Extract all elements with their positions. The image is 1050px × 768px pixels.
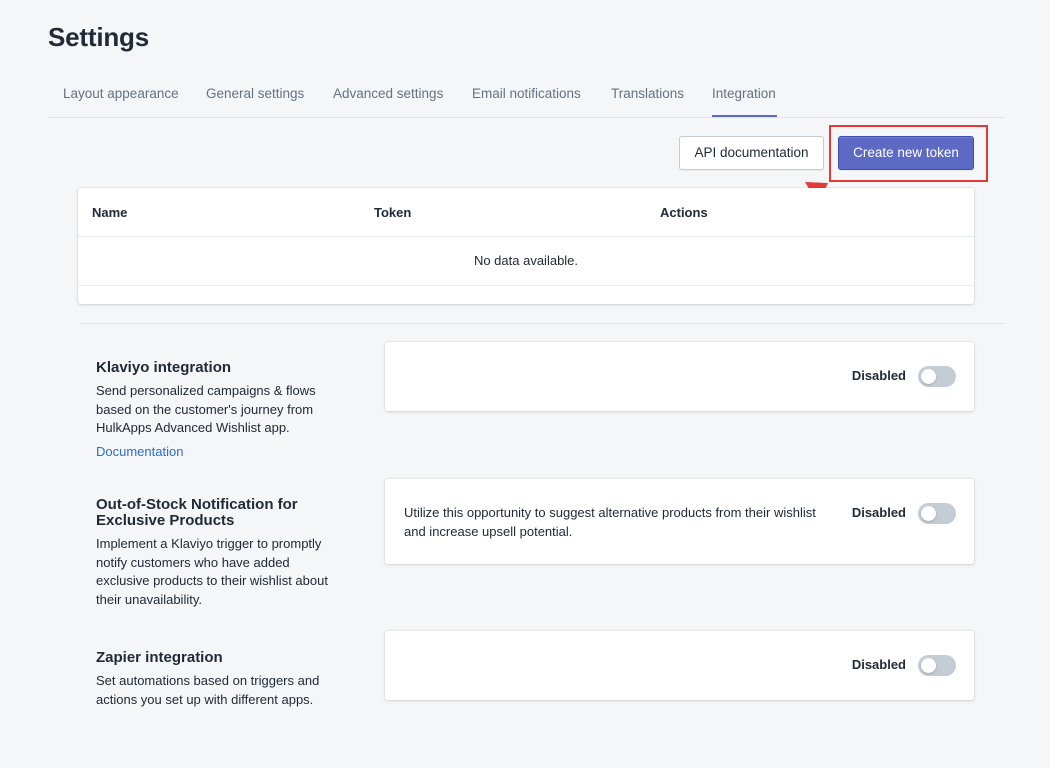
zapier-integration-description: Set automations based on triggers and ac… — [96, 673, 320, 707]
page-title: Settings — [48, 22, 149, 52]
column-header-actions: Actions — [660, 205, 708, 220]
toggle-knob — [921, 506, 936, 521]
table-header-divider — [78, 236, 974, 237]
tokens-table: Name Token Actions No data available. — [78, 188, 974, 304]
tab-translations[interactable]: Translations — [611, 70, 684, 118]
klaviyo-documentation-link[interactable]: Documentation — [96, 444, 183, 459]
tab-general-settings[interactable]: General settings — [206, 70, 304, 118]
oos-toggle[interactable] — [918, 503, 956, 524]
zapier-status-label: Disabled — [851, 657, 906, 672]
klaviyo-integration-card: Disabled — [385, 342, 974, 411]
section-divider — [80, 323, 1004, 324]
zapier-toggle[interactable] — [918, 655, 956, 676]
toggle-knob — [921, 658, 936, 673]
oos-notification-title: Out-of-Stock Notification for Exclusive … — [96, 496, 298, 529]
table-empty-message: No data available. — [473, 253, 579, 268]
klaviyo-integration-description: Send personalized campaigns & flows base… — [96, 383, 316, 435]
column-header-name: Name — [92, 205, 128, 220]
settings-page: Settings Layout appearance General setti… — [0, 0, 1050, 768]
klaviyo-toggle[interactable] — [918, 366, 956, 387]
tabs-divider — [48, 117, 1004, 118]
create-token-highlight-box — [829, 125, 988, 182]
oos-notification-card-text: Utilize this opportunity to suggest alte… — [404, 505, 816, 539]
tab-layout-appearance[interactable]: Layout appearance — [63, 70, 179, 118]
tab-integration[interactable]: Integration — [712, 70, 776, 118]
tab-email-notifications[interactable]: Email notifications — [472, 70, 581, 118]
zapier-integration-title: Zapier integration — [96, 649, 223, 666]
klaviyo-status-label: Disabled — [851, 368, 906, 383]
table-footer-divider — [78, 285, 974, 286]
toggle-knob — [921, 369, 936, 384]
column-header-token: Token — [374, 205, 412, 220]
api-documentation-button[interactable]: API documentation — [679, 136, 824, 170]
oos-notification-description: Implement a Klaviyo trigger to promptly … — [96, 536, 328, 607]
oos-notification-card: Utilize this opportunity to suggest alte… — [385, 479, 974, 564]
zapier-integration-card: Disabled — [385, 631, 974, 700]
klaviyo-integration-title: Klaviyo integration — [96, 359, 232, 376]
tab-advanced-settings[interactable]: Advanced settings — [333, 70, 443, 118]
settings-tabs: Layout appearance General settings Advan… — [48, 70, 1004, 118]
oos-status-label: Disabled — [851, 505, 906, 520]
